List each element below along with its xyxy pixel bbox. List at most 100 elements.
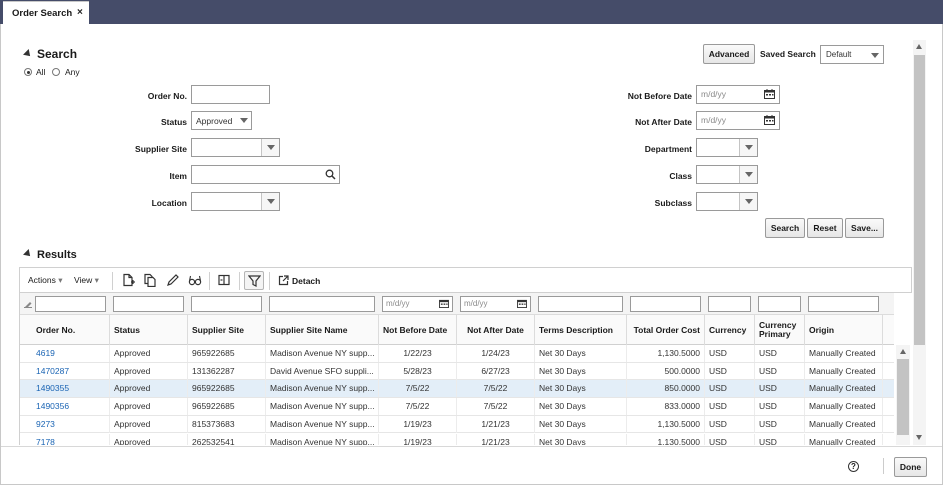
calendar-icon[interactable] <box>764 89 775 99</box>
calendar-icon[interactable] <box>439 299 449 308</box>
col-not-before-date[interactable]: Not Before Date <box>379 315 457 345</box>
actions-menu[interactable]: Actions ▾ <box>28 275 63 286</box>
subclass-dropdown-button[interactable] <box>739 193 757 210</box>
edit-pencil-icon[interactable] <box>166 273 180 287</box>
cell-currency: USD <box>705 345 755 362</box>
match-all-radio[interactable] <box>24 68 32 76</box>
scroll-up-icon[interactable] <box>916 44 922 49</box>
close-icon[interactable]: × <box>77 7 83 18</box>
filter-total-order-cost[interactable] <box>630 296 701 312</box>
status-label: Status <box>161 117 187 127</box>
column-freeze-icon[interactable] <box>217 273 231 287</box>
col-order-no[interactable]: Order No. <box>32 315 110 345</box>
advanced-button[interactable]: Advanced <box>703 44 755 64</box>
status-select[interactable]: Approved <box>191 111 252 130</box>
class-dropdown-button[interactable] <box>739 166 757 183</box>
col-total-order-cost[interactable]: Total Order Cost <box>627 315 705 345</box>
clear-filter-eraser-icon[interactable] <box>24 300 32 308</box>
location-select[interactable] <box>191 192 280 211</box>
page-scrollbar-thumb[interactable] <box>914 55 925 345</box>
cell-not-before-date: 7/5/22 <box>379 398 457 416</box>
col-supplier-site-name[interactable]: Supplier Site Name <box>266 315 379 345</box>
cell-order-no[interactable]: 7178 <box>32 433 110 445</box>
create-document-icon[interactable] <box>121 273 135 287</box>
view-glasses-icon[interactable] <box>188 273 202 287</box>
collapse-triangle-icon[interactable] <box>23 49 33 59</box>
cell-order-no[interactable]: 9273 <box>32 415 110 433</box>
search-section-title[interactable]: Search <box>23 47 77 61</box>
search-button[interactable]: Search <box>765 218 805 238</box>
copy-icon[interactable] <box>143 273 157 287</box>
cell-order-no[interactable]: 1490356 <box>32 398 110 416</box>
view-label: View <box>74 275 93 285</box>
table-row[interactable]: 9273 Approved 815373683 Madison Avenue NY s… <box>20 415 894 434</box>
table-row[interactable]: 1490355 Approved 965922685 Madison Avenue N… <box>20 380 894 399</box>
tab-order-search[interactable]: Order Search × <box>3 1 89 24</box>
cell-order-no[interactable]: 4619 <box>32 345 110 362</box>
calendar-icon[interactable] <box>764 115 775 125</box>
table-row[interactable]: 7178 Approved 262532541 Madison Avenue NY s… <box>20 433 894 445</box>
item-label: Item <box>169 171 187 181</box>
col-currency[interactable]: Currency <box>705 315 755 345</box>
reset-button[interactable]: Reset <box>807 218 843 238</box>
filter-currency[interactable] <box>708 296 751 312</box>
subclass-select[interactable] <box>696 192 758 211</box>
supplier-site-select[interactable] <box>191 138 280 157</box>
filter-terms-description[interactable] <box>538 296 623 312</box>
filter-supplier-site-name[interactable] <box>269 296 375 312</box>
class-select[interactable] <box>696 165 758 184</box>
done-button[interactable]: Done <box>894 457 927 477</box>
table-row[interactable]: 1490356 Approved 965922685 Madison Avenue N… <box>20 398 894 416</box>
not-before-date-input[interactable]: m/d/yy <box>696 85 780 104</box>
cell-supplier-site: 965922685 <box>188 398 266 416</box>
cell-order-no[interactable]: 1470287 <box>32 362 110 380</box>
page-scrollbar[interactable] <box>913 40 926 445</box>
table-scrollbar[interactable] <box>896 345 910 445</box>
save-search-button[interactable]: Save... <box>845 218 884 238</box>
col-status[interactable]: Status <box>110 315 188 345</box>
filter-order-no[interactable] <box>35 296 106 312</box>
filter-currency-primary[interactable] <box>758 296 801 312</box>
saved-search-select[interactable]: Default <box>820 45 884 64</box>
filter-not-before-date[interactable]: m/d/yy <box>382 296 453 312</box>
filter-status[interactable] <box>113 296 184 312</box>
chevron-down-icon: ▾ <box>94 275 99 285</box>
department-dropdown-button[interactable] <box>739 139 757 156</box>
cell-order-no[interactable]: 1490355 <box>32 380 110 398</box>
supplier-site-dropdown-button[interactable] <box>261 139 279 156</box>
table-row[interactable]: 4619 Approved 965922685 Madison Avenue NY s… <box>20 345 894 363</box>
cell-not-before-date: 1/19/23 <box>379 415 457 433</box>
detach-button[interactable]: Detach <box>278 275 320 286</box>
filter-origin[interactable] <box>808 296 879 312</box>
filter-not-after-date[interactable]: m/d/yy <box>460 296 531 312</box>
toolbar-divider <box>269 272 270 290</box>
results-section-title[interactable]: Results <box>23 249 77 261</box>
col-currency-primary[interactable]: Currency Primary <box>755 315 805 345</box>
department-select[interactable] <box>696 138 758 157</box>
col-supplier-site[interactable]: Supplier Site <box>188 315 266 345</box>
cell-not-after-date: 7/5/22 <box>457 398 535 416</box>
cell-currency-primary: USD <box>755 398 805 416</box>
item-input[interactable] <box>191 165 340 184</box>
not-after-date-placeholder: m/d/yy <box>701 115 727 125</box>
scroll-up-icon[interactable] <box>899 349 906 354</box>
help-icon[interactable]: ? <box>848 461 859 472</box>
query-by-example-toggle[interactable] <box>244 271 264 290</box>
table-scrollbar-thumb[interactable] <box>897 359 909 435</box>
search-icon[interactable] <box>325 169 336 180</box>
col-not-after-date[interactable]: Not After Date <box>457 315 535 345</box>
location-dropdown-button[interactable] <box>261 193 279 210</box>
cell-terms-description: Net 30 Days <box>535 415 627 433</box>
filter-supplier-site[interactable] <box>191 296 262 312</box>
collapse-triangle-icon[interactable] <box>23 249 33 259</box>
not-after-date-input[interactable]: m/d/yy <box>696 111 780 130</box>
col-terms-description[interactable]: Terms Description <box>535 315 627 345</box>
table-row[interactable]: 1470287 Approved 131362287 David Avenue SFO… <box>20 362 894 381</box>
calendar-icon[interactable] <box>517 299 527 308</box>
col-origin[interactable]: Origin <box>805 315 883 345</box>
order-no-input[interactable] <box>191 85 270 104</box>
match-any-radio[interactable] <box>52 68 60 76</box>
scroll-down-icon[interactable] <box>916 435 922 440</box>
view-menu[interactable]: View ▾ <box>74 275 99 286</box>
saved-search-label: Saved Search <box>760 49 816 59</box>
